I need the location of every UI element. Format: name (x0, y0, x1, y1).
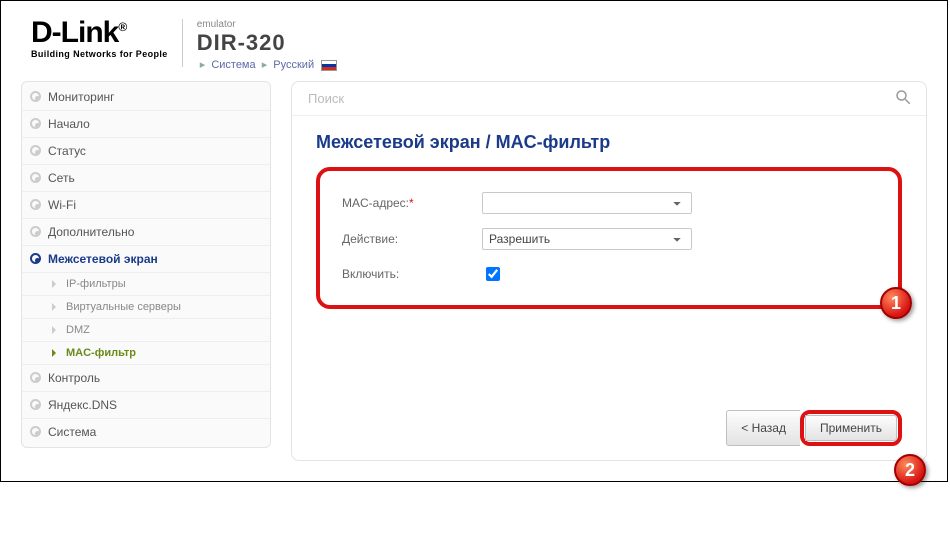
bullet-icon (30, 253, 41, 264)
sidebar-item-wifi[interactable]: Wi-Fi (22, 192, 270, 219)
sidebar-item-advanced[interactable]: Дополнительно (22, 219, 270, 246)
search-input[interactable] (306, 90, 894, 107)
chevron-right-icon: ▸ (262, 59, 268, 71)
chevron-right-icon (52, 349, 56, 357)
bullet-icon (30, 118, 41, 129)
chevron-right-icon (52, 280, 56, 288)
mac-address-select[interactable] (482, 192, 692, 214)
header: D-Link® Building Networks for People emu… (1, 1, 947, 71)
bullet-icon (30, 426, 41, 437)
bullet-icon (30, 372, 41, 383)
sidebar-sub-ipfilters[interactable]: IP-фильтры (22, 273, 270, 296)
page-title: Межсетевой экран / MAC-фильтр (316, 132, 902, 153)
apply-highlight: Применить (800, 410, 902, 446)
apply-button[interactable]: Применить (805, 415, 897, 441)
crumb-language[interactable]: Русский (273, 59, 314, 71)
sidebar-item-network[interactable]: Сеть (22, 165, 270, 192)
bullet-icon (30, 226, 41, 237)
chevron-right-icon (52, 303, 56, 311)
sidebar-sub-macfilter[interactable]: MAC-фильтр (22, 342, 270, 365)
sidebar-item-system[interactable]: Система (22, 419, 270, 445)
back-button[interactable]: < Назад (726, 410, 800, 446)
chevron-right-icon (52, 326, 56, 334)
sidebar-sub-dmz[interactable]: DMZ (22, 319, 270, 342)
emulator-label: emulator (197, 19, 337, 30)
sidebar-item-monitoring[interactable]: Мониторинг (22, 84, 270, 111)
sidebar: Мониторинг Начало Статус Сеть Wi-Fi Допо… (21, 81, 271, 448)
footer-buttons: < Назад Применить 2 (292, 400, 926, 460)
sidebar-sub-virtualservers[interactable]: Виртуальные серверы (22, 296, 270, 319)
form-highlight-1: MAC-адрес:* Действие: Разрешить Включить… (316, 167, 902, 309)
action-select[interactable]: Разрешить (482, 228, 692, 250)
callout-2: 2 (894, 454, 926, 486)
sidebar-item-yandexdns[interactable]: Яндекс.DNS (22, 392, 270, 419)
enable-label: Включить: (342, 267, 482, 281)
header-breadcrumbs: ▸ Система ▸ Русский (197, 58, 337, 71)
chevron-right-icon: ▸ (200, 59, 206, 71)
main-panel: Межсетевой экран / MAC-фильтр MAC-адрес:… (291, 81, 927, 461)
callout-1: 1 (880, 287, 912, 319)
crumb-system[interactable]: Система (211, 59, 255, 71)
bullet-icon (30, 91, 41, 102)
bullet-icon (30, 399, 41, 410)
brand-tagline: Building Networks for People (31, 50, 168, 59)
brand-logo: D-Link® Building Networks for People (31, 19, 168, 58)
enable-checkbox[interactable] (486, 267, 500, 281)
bullet-icon (30, 172, 41, 183)
sidebar-item-firewall[interactable]: Межсетевой экран (22, 246, 270, 273)
action-label: Действие: (342, 232, 482, 246)
search-bar (292, 82, 926, 116)
search-icon[interactable] (894, 88, 912, 109)
mac-address-label: MAC-адрес:* (342, 196, 482, 210)
bullet-icon (30, 145, 41, 156)
flag-ru-icon[interactable] (321, 60, 337, 71)
sidebar-item-status[interactable]: Статус (22, 138, 270, 165)
divider (182, 19, 183, 67)
bullet-icon (30, 199, 41, 210)
sidebar-item-start[interactable]: Начало (22, 111, 270, 138)
model-name: DIR-320 (197, 30, 337, 56)
sidebar-item-control[interactable]: Контроль (22, 365, 270, 392)
